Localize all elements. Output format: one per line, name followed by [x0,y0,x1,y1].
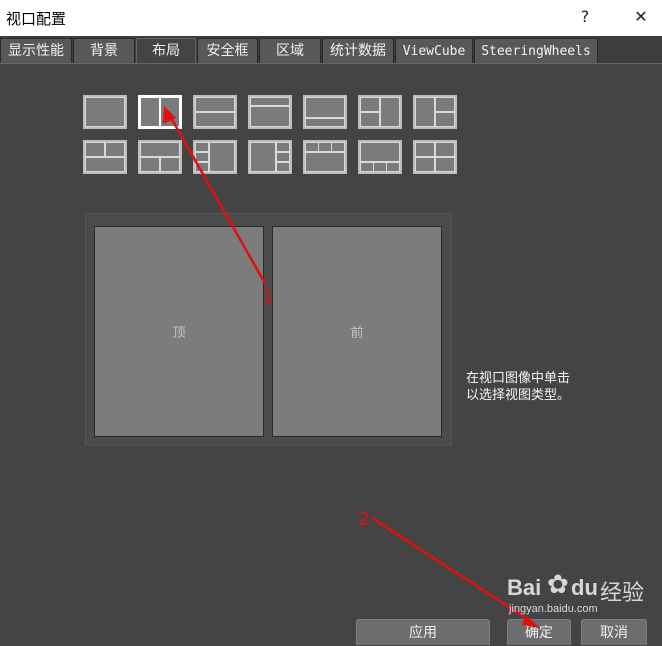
viewport-right[interactable]: 前 [272,226,442,437]
tab-safe-frames[interactable]: 安全框 [197,38,258,63]
layout-option-three-top[interactable] [138,140,182,174]
tab-display-performance[interactable]: 显示性能 [0,38,72,63]
tab-regions[interactable]: 区域 [259,38,321,63]
layout-option-single[interactable] [83,95,127,129]
hint-text: 在视口图像中单击以选择视图类型。 [466,371,571,403]
watermark-brand: Bai [507,575,542,600]
tab-background[interactable]: 背景 [73,38,135,63]
title-bar: 视口配置 ? ✕ [0,0,662,36]
layout-option-bottom-strip[interactable] [303,95,347,129]
layout-option-top-strip[interactable] [248,95,292,129]
watermark-suffix: 经验 [600,580,645,605]
baidu-watermark: Bai ✿ du 经验 jingyan.baidu.com [507,569,657,615]
layout-option-four-bottom-row[interactable] [358,140,402,174]
close-button[interactable]: ✕ [626,4,656,30]
viewport-left-label: 顶 [172,326,186,341]
layout-option-four-right-stack[interactable] [248,140,292,174]
layout-option-two-horizontal[interactable] [193,95,237,129]
viewport-right-label: 前 [350,326,364,341]
tab-layout[interactable]: 布局 [136,38,196,63]
layout-option-four-top-row[interactable] [303,140,347,174]
window-title: 视口配置 [6,10,67,28]
annotation-marker-2: 2 [358,508,370,530]
layout-option-three-right[interactable] [413,95,457,129]
tab-statistics[interactable]: 统计数据 [322,38,394,63]
tab-steeringwheels[interactable]: SteeringWheels [474,38,598,63]
layout-option-three-left[interactable] [358,95,402,129]
paw-icon: ✿ [547,569,569,599]
apply-button[interactable]: 应用 [356,619,490,645]
layout-option-four-left-stack[interactable] [193,140,237,174]
tab-divider [0,63,662,64]
tab-viewcube[interactable]: ViewCube [395,38,473,63]
help-button[interactable]: ? [570,4,600,30]
cancel-button[interactable]: 取消 [581,619,647,645]
watermark-url: jingyan.baidu.com [509,603,598,615]
viewport-left[interactable]: 顶 [94,226,264,437]
layout-option-two-vertical[interactable] [138,95,182,129]
watermark-brand-2: du [571,575,598,600]
ok-button[interactable]: 确定 [507,619,571,645]
layout-option-four-grid[interactable] [413,140,457,174]
layout-option-three-bottom[interactable] [83,140,127,174]
